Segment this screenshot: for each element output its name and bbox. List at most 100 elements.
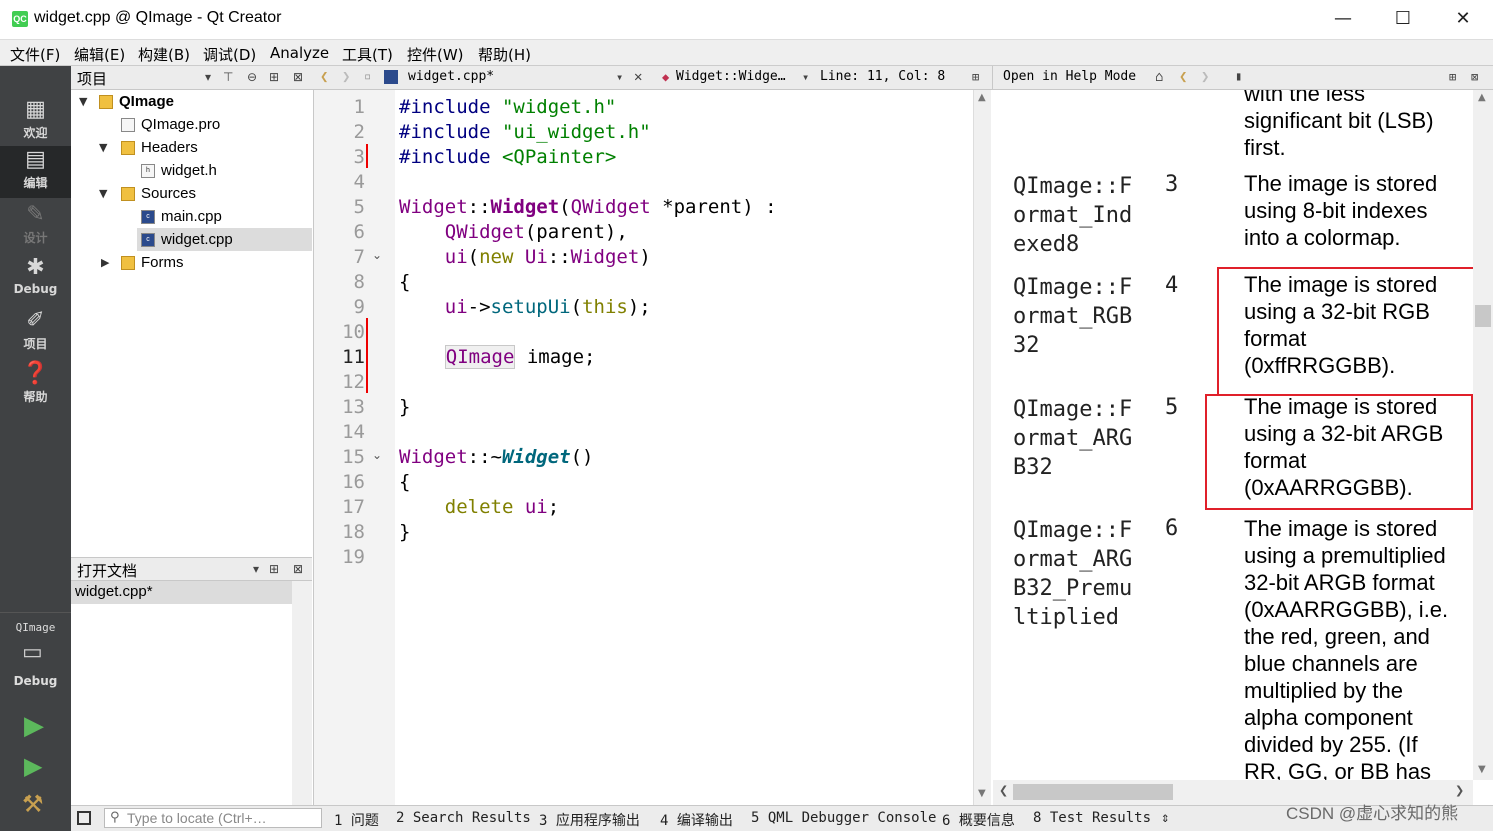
close-panel-icon[interactable]: ⊠ (1471, 70, 1478, 84)
scroll-thumb[interactable] (1475, 305, 1491, 327)
split-icon[interactable]: ⊞ (1449, 70, 1456, 84)
code-line-current: QImage image; (444, 345, 596, 369)
file-dropdown-icon[interactable]: ▾ (616, 70, 623, 84)
modified-line-marker (366, 318, 368, 393)
close-panel-icon[interactable]: ⊠ (293, 70, 303, 84)
back-icon[interactable]: ❮ (1179, 69, 1187, 85)
tree-item-pro[interactable]: QImage.pro (121, 113, 220, 136)
split-icon[interactable]: ⊞ (269, 562, 279, 576)
split-editor-icon[interactable]: ⊞ (972, 70, 979, 84)
filter-icon[interactable]: ⊤ (223, 70, 233, 84)
output-tab-issues[interactable]: 1 问题 (334, 810, 379, 830)
close-button[interactable]: ✕ (1433, 0, 1493, 40)
line-number-current: 11 (342, 346, 365, 368)
code-editor[interactable]: #include "widget.h" #include "ui_widget.… (395, 90, 973, 805)
minimize-button[interactable]: — (1313, 0, 1373, 40)
tree-item-forms[interactable]: Forms (121, 251, 184, 274)
mode-debug[interactable]: ✱ Debug (0, 254, 71, 306)
line-number: 5 (353, 196, 365, 218)
chevron-down-icon[interactable]: ▼ (99, 141, 107, 154)
menu-build[interactable]: 构建(B) (138, 44, 190, 65)
run-icon[interactable]: ▶ (24, 711, 44, 741)
monitor-icon[interactable]: ▭ (22, 641, 50, 665)
line-number: 10 (342, 321, 365, 343)
locator-input[interactable]: Type to locate (Ctrl+… (104, 808, 322, 828)
tree-item-qimage[interactable]: QImage (99, 90, 174, 113)
scroll-left-icon[interactable]: ❮ (999, 784, 1008, 797)
scroll-right-icon[interactable]: ❯ (1455, 784, 1464, 797)
scroll-up-icon[interactable]: ▲ (978, 92, 986, 103)
enum-value: 5 (1165, 395, 1179, 420)
editor-gutter: 1 2 3 4 5 6 7 8 9 10 11 12 13 14 15 16 1… (313, 90, 395, 805)
line-number: 1 (353, 96, 365, 118)
output-tab-search-results[interactable]: 2 Search Results (396, 810, 531, 826)
menu-edit[interactable]: 编辑(E) (74, 44, 125, 65)
line-number: 19 (342, 546, 365, 568)
close-panel-icon[interactable]: ⊠ (293, 562, 303, 576)
home-icon[interactable]: ⌂ (1155, 69, 1163, 85)
dropdown-icon[interactable]: ▾ (253, 562, 259, 576)
tree-item-sources[interactable]: Sources (121, 182, 196, 205)
menu-widgets[interactable]: 控件(W) (407, 44, 464, 65)
symbol-selector[interactable]: Widget::Widge… (676, 69, 786, 84)
editor-vertical-scrollbar[interactable]: ▲ ▼ (973, 90, 991, 805)
mode-projects[interactable]: ✐ 项目 (0, 307, 71, 359)
bookmark-icon[interactable]: ▮ (1235, 69, 1242, 83)
scroll-down-icon[interactable]: ▼ (978, 788, 986, 799)
cpp-file-icon: c (141, 233, 155, 248)
menu-help[interactable]: 帮助(H) (478, 44, 531, 65)
output-tab-general-messages[interactable]: 6 概要信息 (942, 810, 1015, 830)
tree-item-headers[interactable]: Headers (121, 136, 198, 159)
scroll-down-icon[interactable]: ▼ (1478, 764, 1486, 775)
folder-icon (121, 256, 135, 271)
project-panel-title: 项目 (77, 70, 108, 88)
editor-file-tab[interactable]: widget.cpp* (408, 69, 494, 84)
mode-design[interactable]: ✎ 设计 (0, 201, 71, 253)
cursor-position[interactable]: Line: 11, Col: 8 (820, 69, 945, 84)
mode-welcome[interactable]: ▦ 欢迎 (0, 96, 71, 148)
tree-item-widget-h[interactable]: h widget.h (141, 159, 217, 182)
symbol-dropdown-icon[interactable]: ▾ (802, 70, 809, 84)
fold-chevron-icon[interactable]: ⌄ (372, 248, 382, 262)
link-icon[interactable]: ⊖ (247, 70, 257, 84)
menu-file[interactable]: 文件(F) (10, 44, 60, 65)
cpp-file-icon (384, 70, 398, 84)
project-panel-header: 项目 ▾ ⊤ ⊖ ⊞ ⊠ (71, 66, 312, 90)
toggle-sidebar-icon[interactable] (77, 811, 91, 825)
line-number: 14 (342, 421, 365, 443)
code-line: } (399, 396, 411, 418)
chevron-down-icon[interactable]: ▼ (79, 95, 87, 108)
forward-icon[interactable]: ❯ (1201, 69, 1209, 85)
tree-item-main-cpp[interactable]: c main.cpp (141, 205, 222, 228)
debug-run-icon[interactable]: ▶ (24, 752, 42, 780)
more-tabs-icon[interactable]: ⇕ (1161, 810, 1169, 826)
tree-item-widget-cpp[interactable]: c widget.cpp (141, 228, 233, 251)
scroll-up-icon[interactable]: ▲ (1478, 92, 1486, 103)
close-file-icon[interactable]: ✕ (634, 69, 642, 85)
mode-edit[interactable]: ▤ 编辑 (0, 146, 71, 198)
output-tab-test-results[interactable]: 8 Test Results (1033, 810, 1151, 826)
chevron-right-icon[interactable]: ▶ (101, 256, 109, 269)
back-icon[interactable]: ❮ (320, 69, 328, 85)
scroll-thumb[interactable] (1013, 784, 1173, 800)
chevron-down-icon[interactable]: ▼ (99, 187, 107, 200)
menu-debug[interactable]: 调试(D) (203, 44, 256, 65)
view-dropdown-icon[interactable]: ▾ (205, 70, 211, 84)
open-document-item[interactable]: widget.cpp* (71, 581, 292, 604)
output-tab-qml-console[interactable]: 5 QML Debugger Console (751, 810, 936, 826)
line-number: 9 (353, 296, 365, 318)
mode-help[interactable]: ❓ 帮助 (0, 360, 71, 412)
open-in-help-mode-button[interactable]: Open in Help Mode (1003, 69, 1136, 84)
build-hammer-icon[interactable]: ⚒ (22, 790, 44, 818)
help-vertical-scrollbar[interactable]: ▲ ▼ (1473, 90, 1493, 780)
fold-chevron-icon[interactable]: ⌄ (372, 448, 382, 462)
forward-icon[interactable]: ❯ (342, 69, 350, 85)
split-icon[interactable]: ⊞ (269, 70, 279, 84)
help-panel-header: Open in Help Mode ⌂ ❮ ❯ ▮ ⊞ ⊠ (992, 66, 1493, 90)
menu-tools[interactable]: 工具(T) (342, 44, 393, 65)
open-documents-scrollbar[interactable] (292, 581, 312, 805)
output-tab-app-output[interactable]: 3 应用程序输出 (539, 810, 640, 830)
output-tab-compile-output[interactable]: 4 编译输出 (660, 810, 733, 830)
menu-analyze[interactable]: Analyze (270, 44, 329, 62)
maximize-button[interactable]: ☐ (1373, 0, 1433, 40)
